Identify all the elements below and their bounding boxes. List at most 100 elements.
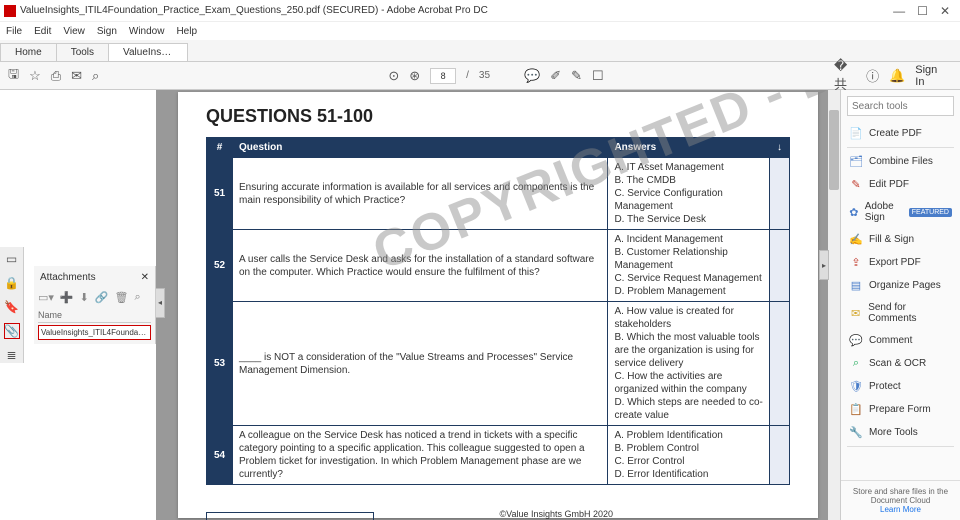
tool-icon: ▤ [849,279,863,292]
tool-edit-pdf[interactable]: ✎ Edit PDF [841,173,960,196]
tool-protect[interactable]: 🛡Protect [841,375,960,398]
col-num: # [207,138,233,158]
tool-create-pdf[interactable]: 📄 Create PDF [841,122,960,145]
page-down-icon[interactable]: ⊛ [409,68,420,84]
sign-icon[interactable]: ✎ [571,68,582,84]
question-cell: ____ is NOT a consideration of the "Valu… [233,302,608,426]
table-row: 52A user calls the Service Desk and asks… [207,230,790,302]
sign-in-link[interactable]: Sign In [915,64,944,88]
tool-prepare-form[interactable]: 📋Prepare Form [841,398,960,421]
tool-send-for-comments[interactable]: ✉Send for Comments [841,297,960,329]
attach-add-icon[interactable]: ➕ [60,291,74,304]
tool-icon: 📄 [849,127,863,140]
attachments-close[interactable]: ✕ [141,272,149,283]
tool-label: Organize Pages [869,280,941,291]
page-up-icon[interactable]: ⊙ [388,68,399,84]
search-icon[interactable]: ⌕ [92,68,99,84]
tool-label: Prepare Form [869,404,931,415]
save-icon[interactable]: 🖫 [8,65,19,87]
tool-label: Combine Files [869,156,933,167]
attach-link-icon[interactable]: 🔗 [95,291,109,304]
footer-logo: VALUE INSIGHTS [206,512,374,520]
attach-save-icon[interactable]: ⬇ [80,291,89,304]
attachments-title: Attachments [40,272,96,283]
table-row: 51Ensuring accurate information is avail… [207,158,790,230]
right-tools-panel: 📄Create PDF🗂Combine Files✎Edit PDF✿Adobe… [840,90,960,520]
tool-icon: 💬 [849,334,863,347]
tab-document[interactable]: ValueInsights_ITIL4... [108,43,188,61]
attach-search-icon[interactable]: ⌕ [135,291,141,304]
menu-window[interactable]: Window [129,26,165,37]
minimize-button[interactable]: — [893,4,905,18]
stamp-icon[interactable]: ☐ [592,68,604,84]
row-num: 54 [207,426,233,485]
highlight-icon[interactable]: ✐ [550,68,561,84]
right-collapse-handle[interactable]: ▸ [819,250,829,280]
print-icon[interactable]: ⎙ [51,68,61,84]
tool-label: Send for Comments [868,302,952,324]
share-icon[interactable]: �共 [834,58,856,93]
featured-badge: FEATURED [909,208,952,217]
info-icon[interactable]: ⓘ [866,66,879,85]
tool-comment[interactable]: 💬 Comment [841,329,960,352]
question-cell: A colleague on the Service Desk has noti… [233,426,608,485]
tool-more-tools[interactable]: 🔧More Tools [841,421,960,444]
attachments-icon[interactable]: 📎 [4,323,20,339]
mail-icon[interactable]: ✉ [71,68,82,84]
tab-tools[interactable]: Tools [56,43,109,61]
search-tools-input[interactable] [847,96,954,116]
bell-icon[interactable]: 🔔 [889,68,905,84]
tool-adobe-sign[interactable]: ✿Adobe SignFEATURED [841,196,960,228]
menu-help[interactable]: Help [176,26,197,37]
tool-combine-files[interactable]: 🗂 Combine Files [841,150,960,173]
document-viewport[interactable]: ◂ COPYRIGHTED - D QUESTIONS 51-100 # Que… [156,90,840,520]
attachment-item[interactable]: ValueInsights_ITIL4Foundation_Practic... [38,325,151,340]
star-icon[interactable]: ☆ [29,68,41,84]
layers-icon[interactable]: ≣ [4,347,20,363]
tab-home[interactable]: Home [0,43,57,61]
tool-label: Comment [869,335,912,346]
menu-file[interactable]: File [6,26,22,37]
attach-open-icon[interactable]: ▭▾ [38,291,54,304]
tool-label: Create PDF [869,128,922,139]
tool-label: Adobe Sign [865,201,901,223]
tool-label: Edit PDF [869,179,909,190]
answers-cell: A. How value is created for stakeholders… [608,302,770,426]
blank-cell [770,158,790,230]
tool-scan-ocr[interactable]: ⌕Scan & OCR [841,352,960,375]
cloud-promo-text: Store and share files in the Document Cl… [847,487,954,505]
right-panel-footer: Store and share files in the Document Cl… [841,480,960,520]
thumbnails-icon[interactable]: ▭ [4,251,20,267]
attach-delete-icon[interactable]: 🗑 [115,291,129,304]
tool-icon: ✎ [849,178,863,191]
tool-organize-pages[interactable]: ▤ Organize Pages [841,274,960,297]
attachments-panel: Attachments ✕ ▭▾ ➕ ⬇ 🔗 🗑 ⌕ Name ValueIns… [34,266,156,344]
scrollbar[interactable] [828,90,840,520]
window-title: ValueInsights_ITIL4Foundation_Practice_E… [20,5,893,16]
col-answers: Answers [608,138,770,158]
pdf-page: COPYRIGHTED - D QUESTIONS 51-100 # Quest… [178,92,818,518]
tool-label: More Tools [869,427,918,438]
tab-bar: Home Tools ValueInsights_ITIL4... [0,40,960,62]
bookmark-icon[interactable]: 🔖 [4,299,20,315]
scroll-thumb[interactable] [829,110,839,190]
blank-cell [770,426,790,485]
menu-edit[interactable]: Edit [34,26,51,37]
left-collapse-handle[interactable]: ◂ [156,288,165,318]
left-rail: ▭ 🔒 🔖 📎 ≣ [0,247,24,363]
lock-icon[interactable]: 🔒 [4,275,20,291]
page-total: 35 [479,70,490,81]
tool-fill-sign[interactable]: ✍Fill & Sign [841,228,960,251]
row-num: 53 [207,302,233,426]
comment-icon[interactable]: 💬 [524,68,540,84]
tool-icon: 🗂 [849,155,863,168]
maximize-button[interactable]: ☐ [917,4,928,18]
tool-label: Export PDF [869,257,921,268]
tool-export-pdf[interactable]: ⇪Export PDF [841,251,960,274]
menu-sign[interactable]: Sign [97,26,117,37]
close-button[interactable]: ✕ [940,4,950,18]
menu-view[interactable]: View [63,26,85,37]
learn-more-link[interactable]: Learn More [880,505,921,514]
tool-icon: 🛡 [849,380,863,393]
page-number-input[interactable]: 8 [430,68,456,84]
